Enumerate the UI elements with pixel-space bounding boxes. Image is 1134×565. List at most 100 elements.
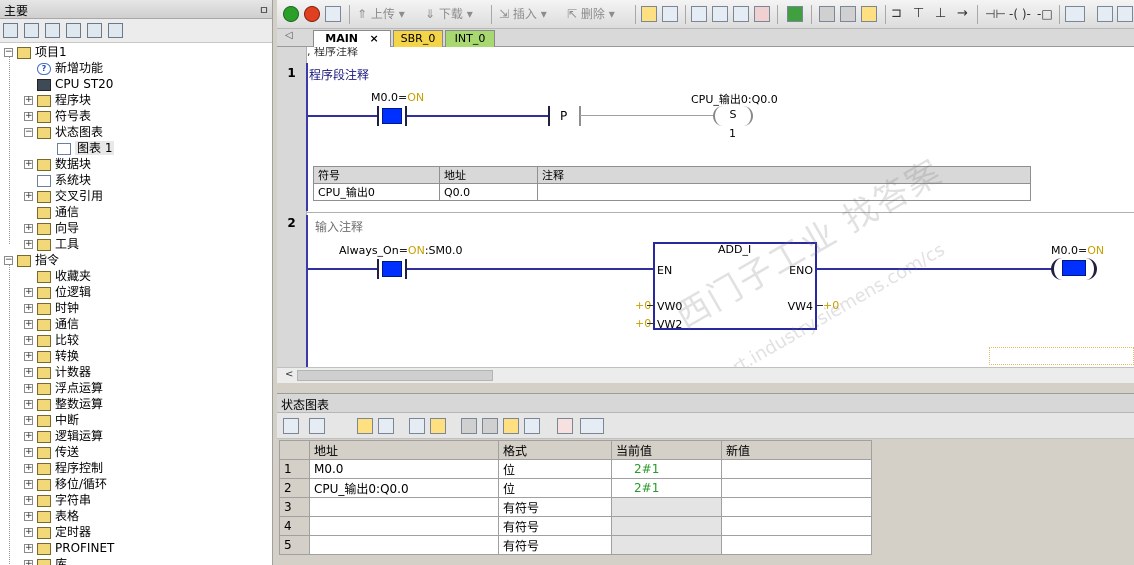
tree-item[interactable]: + 时钟 xyxy=(24,300,79,316)
tree-item[interactable]: + 交叉引用 xyxy=(24,188,103,204)
expand-icon[interactable]: − xyxy=(4,48,13,57)
remove-row-icon[interactable] xyxy=(309,418,325,434)
toggle-comment-icon[interactable] xyxy=(691,6,707,22)
expand-icon[interactable]: + xyxy=(24,160,33,169)
goto-icon[interactable] xyxy=(787,6,803,22)
tab-main[interactable]: MAIN × xyxy=(313,30,391,47)
pause-monitor-icon[interactable] xyxy=(662,6,678,22)
download-button[interactable]: ⇓ 下载 ▾ xyxy=(425,6,473,22)
view-icon[interactable] xyxy=(3,23,18,38)
line-right-icon[interactable]: → xyxy=(957,6,968,22)
ladder-editor[interactable]: , 程序注释 1 程序段注释 M0.0=ON P CPU_输出0:Q0.0 S … xyxy=(277,47,1134,383)
insert-box-icon[interactable]: -□ xyxy=(1037,6,1053,22)
address-cell[interactable] xyxy=(309,535,499,555)
address-cell[interactable] xyxy=(309,516,499,536)
add-row-icon[interactable] xyxy=(283,418,299,434)
tab-scroll-left-icon[interactable]: ◁ xyxy=(285,30,293,41)
tree-item[interactable]: + 浮点运算 xyxy=(24,380,103,396)
upload-button[interactable]: ⇑ 上传 ▾ xyxy=(357,6,405,22)
tree-item[interactable]: 通信 xyxy=(24,204,79,220)
line-up-icon[interactable]: ⊥ xyxy=(935,6,946,22)
tree-item[interactable]: 收藏夹 xyxy=(24,268,91,284)
stop-icon[interactable] xyxy=(304,6,320,22)
unforce-all-icon[interactable] xyxy=(503,418,519,434)
compile-icon[interactable] xyxy=(325,6,341,22)
tree-item[interactable]: + 库 xyxy=(24,556,67,565)
expand-icon[interactable]: + xyxy=(24,352,33,361)
tree-item[interactable]: 系统块 xyxy=(24,172,91,188)
tree-item[interactable]: − 状态图表 xyxy=(24,124,103,140)
expand-icon[interactable]: + xyxy=(24,512,33,521)
scroll-left-icon[interactable]: < xyxy=(285,369,293,380)
network-comment[interactable]: 输入注释 xyxy=(315,218,363,235)
branch-down-icon[interactable]: ⊐ xyxy=(891,6,902,22)
tree-item[interactable]: + 通信 xyxy=(24,316,79,332)
set-coil[interactable]: S xyxy=(713,106,753,126)
close-icon[interactable]: × xyxy=(370,32,379,45)
unforce-icon[interactable] xyxy=(482,418,498,434)
expand-icon[interactable]: + xyxy=(24,112,33,121)
tree-item[interactable]: − 项目1 xyxy=(4,44,67,60)
status-view-icon[interactable] xyxy=(87,23,102,38)
expand-icon[interactable]: + xyxy=(24,304,33,313)
pin-icon[interactable]: ㅁ xyxy=(259,2,269,18)
tree-item[interactable]: + 逻辑运算 xyxy=(24,428,103,444)
expand-icon[interactable]: + xyxy=(24,368,33,377)
chart-pause-icon[interactable] xyxy=(378,418,394,434)
format-cell[interactable]: 有符号 xyxy=(498,535,612,555)
expand-icon[interactable]: + xyxy=(24,240,33,249)
tree-item[interactable]: + 向导 xyxy=(24,220,79,236)
expand-icon[interactable]: + xyxy=(24,432,33,441)
tree-item[interactable]: + 比较 xyxy=(24,332,79,348)
table-row[interactable]: 4 有符号 xyxy=(279,516,872,536)
new-value-cell[interactable] xyxy=(721,535,872,555)
expand-icon[interactable]: + xyxy=(24,336,33,345)
new-value-cell[interactable] xyxy=(721,459,872,479)
tree-item[interactable]: + 工具 xyxy=(24,236,79,252)
glasses-icon[interactable] xyxy=(409,418,425,434)
format-cell[interactable]: 位 xyxy=(498,478,612,498)
tab-sbr0[interactable]: SBR_0 xyxy=(393,30,443,47)
horizontal-scrollbar[interactable]: < xyxy=(277,367,1134,383)
address-cell[interactable]: M0.0 xyxy=(309,459,499,479)
expand-icon[interactable]: + xyxy=(24,288,33,297)
branch-up-icon[interactable]: ⊤ xyxy=(913,6,924,22)
insert-contact-icon[interactable]: ⊣⊢ xyxy=(985,6,1006,22)
format-cell[interactable]: 有符号 xyxy=(498,516,612,536)
properties-icon[interactable] xyxy=(1117,6,1133,22)
expand-icon[interactable]: + xyxy=(24,192,33,201)
tree-item[interactable]: + PROFINET xyxy=(24,540,114,556)
tree-item[interactable]: + 程序块 xyxy=(24,92,91,108)
tree-item[interactable]: + 表格 xyxy=(24,508,79,524)
options-dropdown-icon[interactable] xyxy=(580,418,604,434)
new-value-cell[interactable] xyxy=(721,478,872,498)
comm-view-icon[interactable] xyxy=(108,23,123,38)
format-cell[interactable]: 有符号 xyxy=(498,497,612,517)
tree-item[interactable]: + 符号表 xyxy=(24,108,91,124)
current-value-cell[interactable] xyxy=(611,516,722,536)
address-cell[interactable]: CPU_输出0:Q0.0 xyxy=(309,478,499,498)
tree-item[interactable]: + 位逻辑 xyxy=(24,284,91,300)
current-value-cell[interactable] xyxy=(611,535,722,555)
contact-m00[interactable] xyxy=(377,106,407,126)
tab-int0[interactable]: INT_0 xyxy=(445,30,495,47)
table-row[interactable]: 2 CPU_输出0:Q0.0 位 2#1 xyxy=(279,478,872,498)
move-right-icon[interactable] xyxy=(733,6,749,22)
current-value-cell[interactable] xyxy=(611,497,722,517)
expand-icon[interactable]: + xyxy=(24,496,33,505)
chart-monitor-icon[interactable] xyxy=(357,418,373,434)
expand-icon[interactable]: + xyxy=(24,480,33,489)
tree-item[interactable]: + 中断 xyxy=(24,412,79,428)
new-value-cell[interactable] xyxy=(721,497,872,517)
read-forced-icon[interactable] xyxy=(524,418,540,434)
current-value-cell[interactable]: 2#1 xyxy=(611,478,722,498)
table-row[interactable]: 3 有符号 xyxy=(279,497,872,517)
address-cell[interactable] xyxy=(309,497,499,517)
expand-icon[interactable]: + xyxy=(24,560,33,565)
tree-item[interactable]: − 指令 xyxy=(4,252,59,268)
tree-item[interactable]: + 移位/循环 xyxy=(24,476,107,492)
expand-icon[interactable]: + xyxy=(24,320,33,329)
tree-item[interactable]: + 字符串 xyxy=(24,492,91,508)
tree-item[interactable]: + 定时器 xyxy=(24,524,91,540)
scrollbar-thumb[interactable] xyxy=(297,370,493,381)
